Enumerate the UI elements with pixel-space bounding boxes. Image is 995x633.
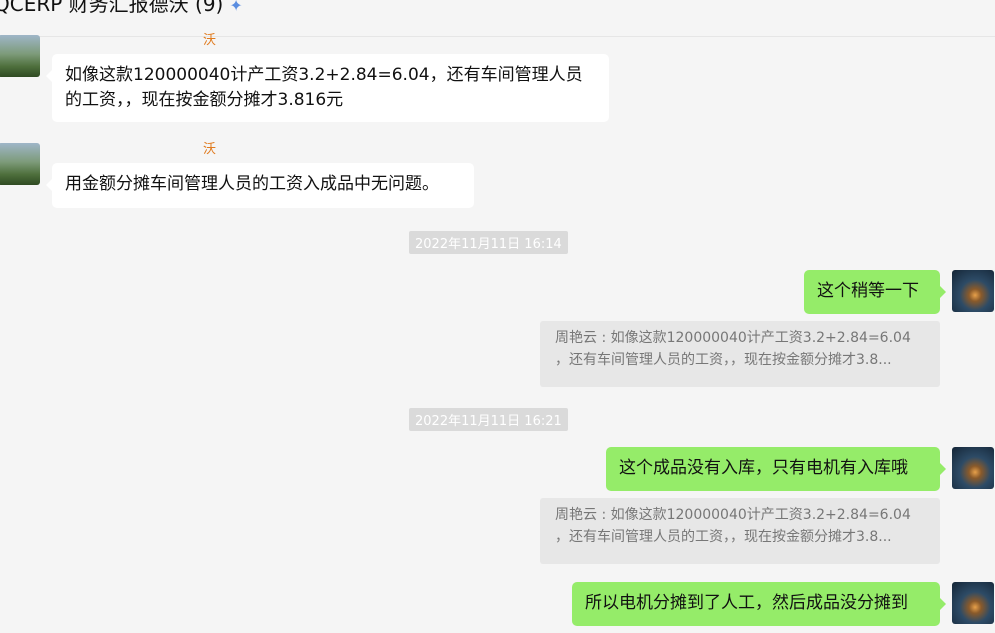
chat-title-text: QCERP 财务汇报德沃 (9): [0, 0, 224, 16]
quote-line: 周艳云 : 如像这款120000040计产工资3.2+2.84=6.04: [555, 330, 911, 346]
avatar-self[interactable]: [952, 270, 994, 312]
message-line: 的工资，，现在按金额分摊才3.816元: [65, 90, 344, 110]
message-line: 如像这款120000040计产工资3.2+2.84=6.04，还有车间管理人员: [65, 65, 583, 85]
message-bubble-outgoing[interactable]: 这个成品没有入库，只有电机有入库哦: [606, 447, 946, 491]
message-text: 这个稍等一下: [817, 281, 919, 301]
quote-line: ，还有车间管理人员的工资，，现在按金额分摊才3.8...: [555, 352, 892, 368]
message-text: 用金额分摊车间管理人员的工资入成品中无问题。: [65, 174, 439, 194]
message-bubble-incoming[interactable]: 用金额分摊车间管理人员的工资入成品中无问题。: [46, 163, 474, 208]
sparkle-icon: ✦: [229, 0, 243, 15]
quoted-message[interactable]: 周艳云 : 如像这款120000040计产工资3.2+2.84=6.04 ，还有…: [540, 498, 940, 564]
title-divider: [0, 36, 995, 37]
message-text: 所以电机分摊到了人工，然后成品没分摊到: [585, 593, 908, 613]
avatar-self[interactable]: [952, 447, 994, 489]
sender-name: 沃: [203, 142, 217, 157]
chat-title: QCERP 财务汇报德沃 (9) ✦: [0, 0, 243, 18]
timestamp: 2022年11月11日 16:21: [409, 408, 568, 431]
message-text: 这个成品没有入库，只有电机有入库哦: [619, 458, 908, 478]
quoted-message[interactable]: 周艳云 : 如像这款120000040计产工资3.2+2.84=6.04 ，还有…: [540, 321, 940, 387]
avatar-self[interactable]: [952, 582, 994, 624]
message-bubble-incoming[interactable]: 如像这款120000040计产工资3.2+2.84=6.04，还有车间管理人员 …: [46, 54, 609, 122]
quote-line: 周艳云 : 如像这款120000040计产工资3.2+2.84=6.04: [555, 507, 911, 523]
sender-name: 沃: [203, 33, 217, 48]
avatar-sender-1[interactable]: [0, 35, 40, 77]
message-bubble-outgoing[interactable]: 这个稍等一下: [804, 270, 946, 314]
quote-line: ，还有车间管理人员的工资，，现在按金额分摊才3.8...: [555, 529, 892, 545]
timestamp: 2022年11月11日 16:14: [409, 231, 568, 254]
message-bubble-outgoing[interactable]: 所以电机分摊到了人工，然后成品没分摊到: [572, 582, 946, 626]
avatar-sender-2[interactable]: [0, 143, 40, 185]
